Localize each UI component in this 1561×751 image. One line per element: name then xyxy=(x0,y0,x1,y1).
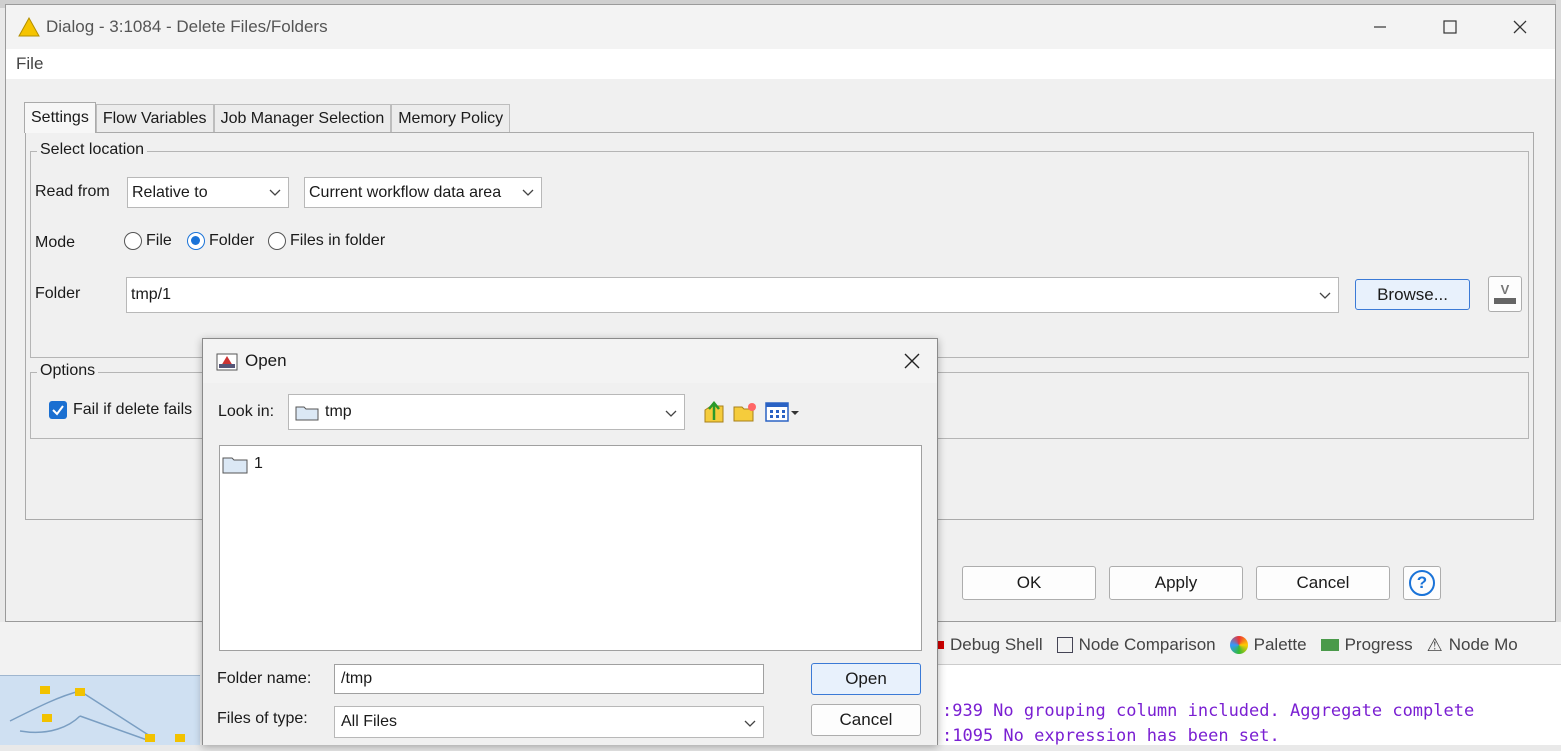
view-menu-icon[interactable] xyxy=(765,401,801,423)
workflow-minimap[interactable] xyxy=(0,675,200,745)
minimize-button[interactable] xyxy=(1345,5,1415,49)
menu-file[interactable]: File xyxy=(16,54,43,74)
fail-if-delete-fails-checkbox[interactable]: Fail if delete fails xyxy=(49,401,192,419)
chevron-down-icon xyxy=(1319,292,1331,299)
chevron-down-icon xyxy=(665,410,677,417)
mode-radio-file[interactable]: File xyxy=(124,232,172,250)
settings-tabs: Settings Flow Variables Job Manager Sele… xyxy=(24,102,511,133)
tab-job-manager-selection[interactable]: Job Manager Selection xyxy=(213,104,392,132)
console-line: :1095 No expression has been set. xyxy=(942,726,1280,745)
options-title: Options xyxy=(37,362,99,380)
flow-variable-icon: V xyxy=(1500,282,1510,297)
flow-variable-button[interactable]: V xyxy=(1488,276,1522,312)
minimap-graph-icon xyxy=(9,686,185,742)
read-from-scope-select[interactable]: Current workflow data area xyxy=(304,177,542,208)
up-folder-icon[interactable] xyxy=(703,400,725,424)
files-of-type-select[interactable]: All Files xyxy=(334,706,764,738)
warning-icon xyxy=(18,17,40,37)
background-view-tabs: Debug Shell Node Comparison Palette Prog… xyxy=(936,628,1561,662)
open-dialog-title: Open xyxy=(245,351,287,370)
files-of-type-label: Files of type: xyxy=(217,710,308,727)
flow-variable-bar xyxy=(1494,298,1516,304)
open-dialog-titlebar[interactable]: Open xyxy=(203,339,937,383)
menu-bar: File xyxy=(6,49,1555,79)
palette-icon xyxy=(1229,636,1248,654)
tab-debug-shell[interactable]: Debug Shell xyxy=(936,635,1043,655)
folder-name-input[interactable]: /tmp xyxy=(334,664,764,694)
read-from-label: Read from xyxy=(35,183,110,200)
maximize-button[interactable] xyxy=(1415,5,1485,49)
tab-node-comparison[interactable]: Node Comparison xyxy=(1056,635,1216,655)
tab-settings[interactable]: Settings xyxy=(24,102,96,133)
radio-off-icon xyxy=(268,232,286,250)
chevron-down-icon xyxy=(522,189,534,196)
tab-flow-variables[interactable]: Flow Variables xyxy=(95,104,214,132)
look-in-label: Look in: xyxy=(218,403,275,420)
dialog-title: Dialog - 3:1084 - Delete Files/Folders xyxy=(46,17,328,36)
window-icon xyxy=(1056,637,1073,653)
folder-icon xyxy=(295,406,319,421)
close-icon[interactable] xyxy=(903,352,921,370)
folder-label: Folder xyxy=(35,285,81,302)
ok-button[interactable]: OK xyxy=(962,566,1096,600)
look-in-select[interactable]: tmp xyxy=(288,394,685,430)
mode-radio-folder[interactable]: Folder xyxy=(187,232,254,250)
tab-memory-policy[interactable]: Memory Policy xyxy=(391,104,511,132)
folder-icon xyxy=(222,457,248,474)
open-button[interactable]: Open xyxy=(811,663,921,695)
folder-path-input[interactable]: tmp/1 xyxy=(126,277,1339,313)
dialog-titlebar[interactable]: Dialog - 3:1084 - Delete Files/Folders xyxy=(6,5,1555,49)
read-from-select[interactable]: Relative to xyxy=(127,177,289,208)
browse-button[interactable]: Browse... xyxy=(1355,279,1470,310)
console-line: :939 No grouping column included. Aggreg… xyxy=(942,701,1475,721)
mode-radio-files-in-folder[interactable]: Files in folder xyxy=(268,232,385,250)
checkmark-icon xyxy=(49,401,67,419)
file-list[interactable]: 1 xyxy=(219,445,922,651)
close-button[interactable] xyxy=(1485,5,1555,49)
progress-icon xyxy=(1320,639,1339,651)
apply-button[interactable]: Apply xyxy=(1109,566,1243,600)
radio-on-icon xyxy=(187,232,205,250)
open-file-dialog: Open Look in: tmp 1 Folder name: /tmp Op… xyxy=(202,338,938,745)
console-output: :939 No grouping column included. Aggreg… xyxy=(936,664,1561,745)
chevron-down-icon xyxy=(744,720,756,727)
radio-off-icon xyxy=(124,232,142,250)
mode-label: Mode xyxy=(35,234,76,251)
close-icon xyxy=(1513,20,1527,34)
tab-node-monitor[interactable]: ⚠ Node Mo xyxy=(1427,635,1518,656)
help-icon: ? xyxy=(1409,570,1435,596)
folder-name-label: Folder name: xyxy=(217,670,312,687)
open-dialog-cancel-button[interactable]: Cancel xyxy=(811,704,921,736)
select-location-group: Select location Read from Relative to Cu… xyxy=(30,141,1529,358)
chevron-down-icon xyxy=(269,189,281,196)
new-folder-icon[interactable] xyxy=(733,401,757,423)
cancel-button[interactable]: Cancel xyxy=(1256,566,1390,600)
list-item[interactable]: 1 xyxy=(222,454,263,474)
node-monitor-icon: ⚠ xyxy=(1426,634,1443,655)
tab-progress[interactable]: Progress xyxy=(1320,635,1413,655)
help-button[interactable]: ? xyxy=(1403,566,1441,600)
tab-palette[interactable]: Palette xyxy=(1229,635,1307,655)
select-location-title: Select location xyxy=(37,141,148,159)
maximize-icon xyxy=(1443,20,1457,34)
minimize-icon xyxy=(1374,26,1386,28)
java-app-icon xyxy=(216,353,238,371)
